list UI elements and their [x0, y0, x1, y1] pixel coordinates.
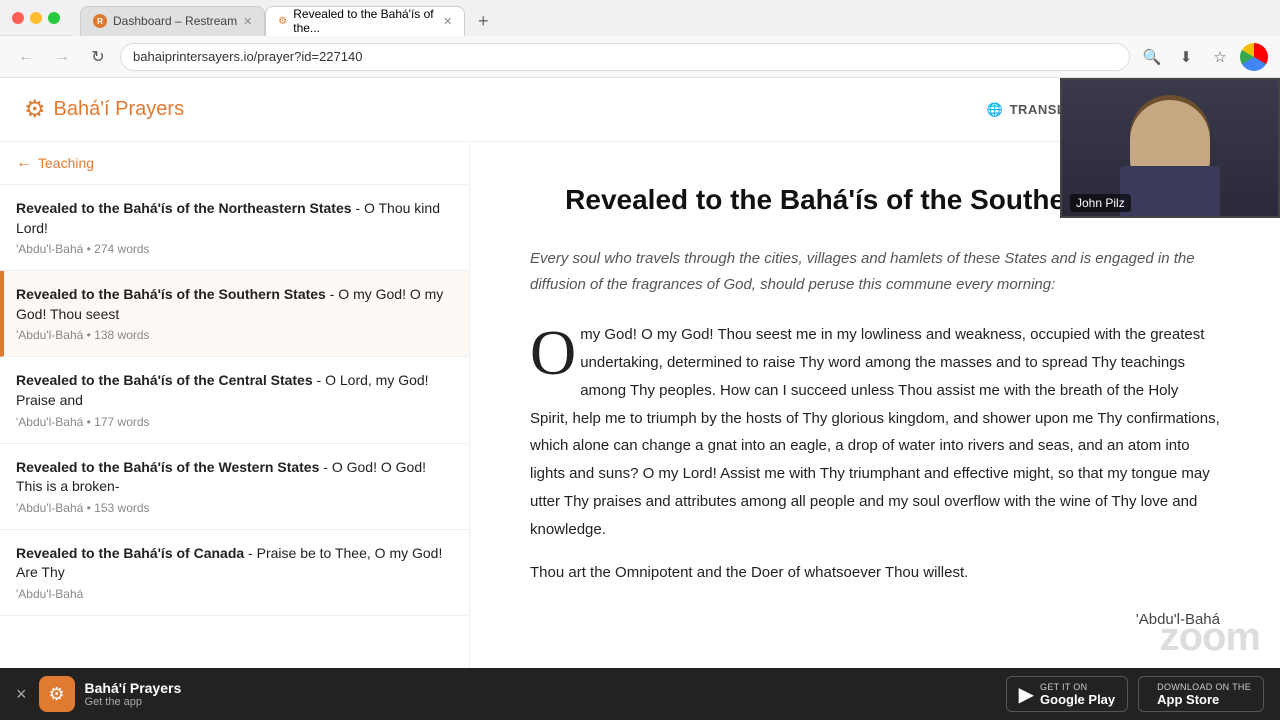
back-arrow-icon: ← — [16, 154, 32, 172]
prayer-item-title: Revealed to the Bahá'ís of the Western S… — [16, 458, 453, 497]
maximize-window-button[interactable] — [48, 12, 60, 24]
webcam-name-label: John Pilz — [1070, 194, 1131, 212]
prayer-item-dash: - — [313, 372, 322, 388]
sidebar: ← Teaching Revealed to the Bahá'ís of th… — [0, 142, 470, 720]
forward-button[interactable]: → — [48, 43, 76, 71]
download-icon[interactable]: ⬇ — [1172, 43, 1200, 71]
google-play-button[interactable]: ▶ GET IT ON Google Play — [1006, 676, 1129, 712]
google-play-label: GET IT ON Google Play — [1040, 682, 1115, 707]
app-store-top-text: Download on the — [1157, 682, 1251, 692]
app-store-button[interactable]: Download on the App Store — [1138, 676, 1264, 712]
site-name: Bahá'í Prayers — [54, 98, 185, 121]
prayer-item-author: 'Abdu'l-Bahá — [16, 328, 83, 342]
back-label: Teaching — [38, 155, 94, 171]
prayer-item-dash: - — [319, 459, 328, 475]
prayer-drop-cap: O — [530, 321, 576, 377]
prayer-item-dash: - — [352, 200, 361, 216]
webcam-overlay: John Pilz — [1060, 78, 1280, 218]
prayer-item-author: 'Abdu'l-Bahá — [16, 501, 83, 515]
prayer-item-words: 177 words — [94, 415, 149, 429]
prayer-item-words: 274 words — [94, 242, 149, 256]
tab-bar: R Dashboard – Restream ✕ ⚙ Revealed to t… — [72, 0, 1280, 36]
prayer-body-text: my God! O my God! Thou seest me in my lo… — [530, 326, 1220, 537]
list-item[interactable]: Revealed to the Bahá'ís of the Central S… — [0, 357, 469, 443]
prayer-item-meta: 'Abdu'l-Bahá • 138 words — [16, 328, 453, 342]
banner-gear-icon: ⚙ — [48, 684, 64, 705]
window-controls — [0, 12, 72, 24]
banner-app-icon: ⚙ — [39, 676, 75, 712]
app-store-bottom-text: App Store — [1157, 692, 1251, 707]
prayer-item-words: 153 words — [94, 501, 149, 515]
prayer-item-title-bold: Revealed to the Bahá'ís of Canada — [16, 545, 244, 561]
prayer-item-dash: - — [244, 545, 253, 561]
back-to-teaching[interactable]: ← Teaching — [0, 142, 469, 185]
browser-toolbar: ← → ↻ bahaiprintersayers.io/prayer?id=22… — [0, 36, 1280, 78]
app-download-banner: × ⚙ Bahá'í Prayers Get the app ▶ GET IT … — [0, 668, 1280, 720]
prayer-item-meta: 'Abdu'l-Bahá • 153 words — [16, 501, 453, 515]
toolbar-icons: 🔍 ⬇ ☆ — [1138, 43, 1268, 71]
prayer-item-author: 'Abdu'l-Bahá — [16, 415, 83, 429]
prayer-item-title: Revealed to the Bahá'ís of Canada - Prai… — [16, 544, 453, 583]
prayer-item-words: 138 words — [94, 328, 149, 342]
site-logo: ⚙ Bahá'í Prayers — [24, 95, 184, 124]
prayer-item-author: 'Abdu'l-Bahá — [16, 242, 83, 256]
list-item[interactable]: Revealed to the Bahá'ís of the Northeast… — [0, 185, 469, 271]
banner-app-desc: Get the app — [85, 696, 1006, 708]
app-store-label: Download on the App Store — [1157, 682, 1251, 707]
search-icon[interactable]: 🔍 — [1138, 43, 1166, 71]
minimize-window-button[interactable] — [30, 12, 42, 24]
google-play-icon: ▶ — [1019, 682, 1034, 707]
prayer-body: Omy God! O my God! Thou seest me in my l… — [530, 321, 1220, 587]
prayer-intro: Every soul who travels through the citie… — [530, 246, 1220, 297]
google-play-top-text: GET IT ON — [1040, 682, 1115, 692]
bookmark-icon[interactable]: ☆ — [1206, 43, 1234, 71]
tab-prayer[interactable]: ⚙ Revealed to the Bahá'ís of the... ✕ — [265, 6, 465, 36]
list-item[interactable]: Revealed to the Bahá'ís of Canada - Prai… — [0, 530, 469, 616]
tab-title-dashboard: Dashboard – Restream — [113, 14, 237, 28]
list-item[interactable]: Revealed to the Bahá'ís of the Western S… — [0, 444, 469, 530]
tab-favicon-dashboard: R — [93, 14, 107, 28]
prayer-text-paragraph: Omy God! O my God! Thou seest me in my l… — [530, 321, 1220, 543]
browser-content: ⚙ Bahá'í Prayers 🌐 TRANSLATIONS 🖨 PRINT … — [0, 78, 1280, 720]
globe-icon: 🌐 — [987, 102, 1004, 118]
address-text: bahaiprintersayers.io/prayer?id=227140 — [133, 49, 362, 64]
logo-gear-icon: ⚙ — [24, 95, 46, 124]
tab-dashboard[interactable]: R Dashboard – Restream ✕ — [80, 6, 265, 36]
new-tab-button[interactable]: + — [469, 8, 497, 36]
site-body: ← Teaching Revealed to the Bahá'ís of th… — [0, 142, 1280, 720]
prayer-item-title-bold: Revealed to the Bahá'ís of the Western S… — [16, 459, 319, 475]
browser-frame: R Dashboard – Restream ✕ ⚙ Revealed to t… — [0, 0, 1280, 720]
list-item[interactable]: Revealed to the Bahá'ís of the Southern … — [0, 271, 469, 357]
prayer-item-author: 'Abdu'l-Bahá — [16, 587, 83, 601]
address-bar[interactable]: bahaiprintersayers.io/prayer?id=227140 — [120, 43, 1130, 71]
refresh-button[interactable]: ↻ — [84, 43, 112, 71]
tab-favicon-prayer: ⚙ — [278, 16, 287, 27]
google-play-bottom-text: Google Play — [1040, 692, 1115, 707]
prayer-item-meta: 'Abdu'l-Bahá • 177 words — [16, 415, 453, 429]
close-window-button[interactable] — [12, 12, 24, 24]
prayer-item-title: Revealed to the Bahá'ís of the Northeast… — [16, 199, 453, 238]
prayer-item-title-bold: Revealed to the Bahá'ís of the Southern … — [16, 286, 326, 302]
prayer-closing: Thou art the Omnipotent and the Doer of … — [530, 559, 1220, 587]
prayer-item-title: Revealed to the Bahá'ís of the Central S… — [16, 371, 453, 410]
banner-app-info: Bahá'í Prayers Get the app — [85, 680, 1006, 708]
prayer-item-title-bold: Revealed to the Bahá'ís of the Central S… — [16, 372, 313, 388]
banner-close-button[interactable]: × — [16, 684, 27, 705]
prayer-item-title-bold: Revealed to the Bahá'ís of the Northeast… — [16, 200, 352, 216]
tab-close-prayer[interactable]: ✕ — [443, 15, 452, 28]
prayer-attribution: 'Abdu'l-Bahá — [530, 611, 1220, 628]
prayer-item-meta: 'Abdu'l-Bahá • 274 words — [16, 242, 453, 256]
tab-title-prayer: Revealed to the Bahá'ís of the... — [293, 7, 437, 35]
prayer-content: Revealed to the Bahá'ís of the Southern … — [470, 142, 1280, 720]
tab-close-dashboard[interactable]: ✕ — [243, 15, 252, 28]
prayer-item-title: Revealed to the Bahá'ís of the Southern … — [16, 285, 453, 324]
chrome-menu-icon[interactable] — [1240, 43, 1268, 71]
banner-app-name: Bahá'í Prayers — [85, 680, 1006, 696]
store-buttons: ▶ GET IT ON Google Play Download on the … — [1006, 676, 1264, 712]
back-button[interactable]: ← — [12, 43, 40, 71]
prayer-item-meta: 'Abdu'l-Bahá — [16, 587, 453, 601]
